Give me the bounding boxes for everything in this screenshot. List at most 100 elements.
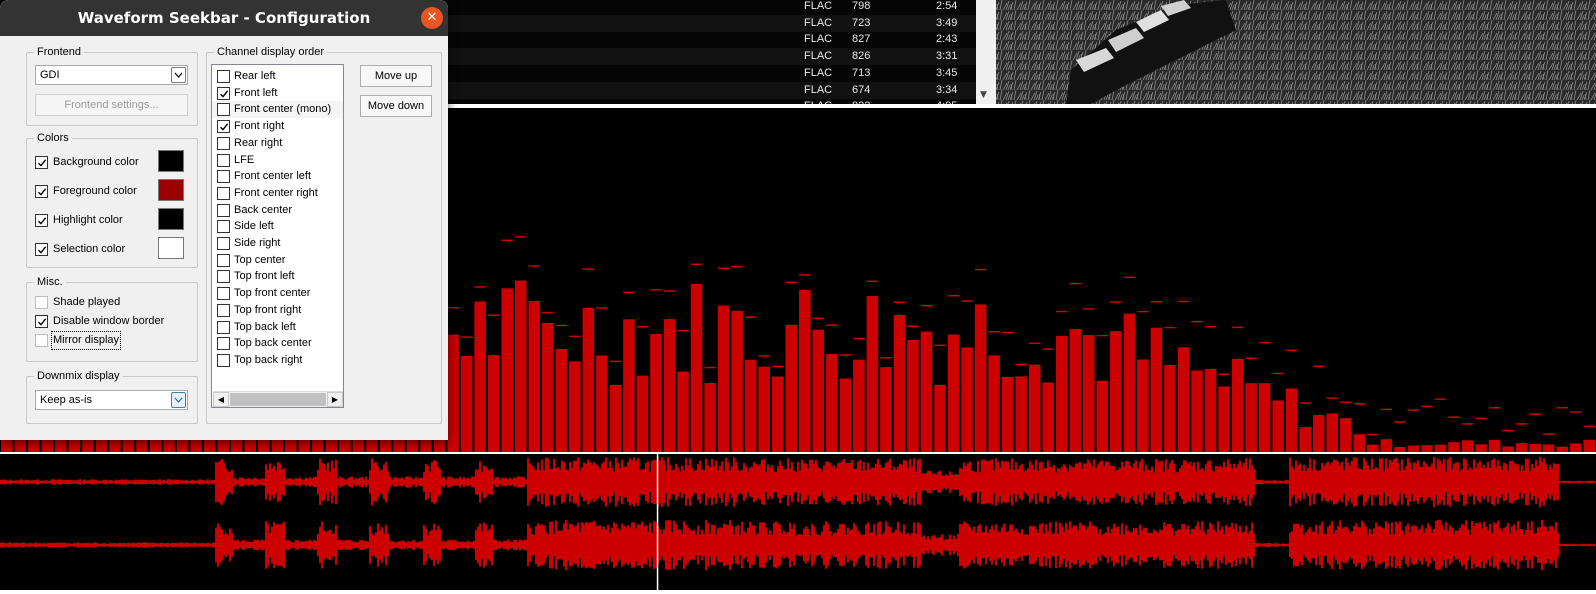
color-checkbox[interactable]	[35, 156, 48, 169]
horizontal-scrollbar[interactable]: ◀ ▶	[213, 391, 343, 407]
channel-checkbox[interactable]	[217, 120, 230, 134]
channel-checkbox[interactable]	[217, 70, 230, 83]
channel-checkbox[interactable]	[217, 303, 230, 317]
channel-list-item[interactable]: Top back right	[212, 352, 343, 369]
channel-label: Back center	[234, 203, 293, 216]
channel-list-item[interactable]: Front left	[212, 85, 343, 102]
scrollbar-thumb[interactable]	[230, 393, 326, 406]
channel-list-item[interactable]: Front center right	[212, 185, 343, 202]
channel-checkbox[interactable]	[217, 253, 230, 267]
spectrum-peak	[1380, 408, 1393, 411]
spectrum-bar	[1299, 427, 1311, 452]
channel-checkbox[interactable]	[217, 237, 230, 250]
playlist-row[interactable]: FLAC 713 3:45	[440, 65, 976, 82]
channel-label: Side left	[234, 220, 274, 233]
playlist-row[interactable]: FLAC 827 2:43	[440, 31, 976, 48]
channel-checkbox[interactable]	[217, 320, 230, 334]
playlist-row[interactable]: FLAC 826 3:31	[440, 48, 976, 66]
spectrum-bar	[826, 354, 838, 452]
channel-checkbox[interactable]	[217, 103, 230, 117]
color-swatch[interactable]	[158, 237, 184, 259]
spectrum-peak	[677, 329, 689, 332]
misc-checkbox[interactable]	[35, 334, 48, 347]
channel-list-item[interactable]: Top back center	[212, 335, 343, 352]
downmix-select[interactable]: Keep as-is	[35, 390, 188, 410]
scroll-right-icon[interactable]: ▶	[327, 392, 343, 407]
channel-list-item[interactable]: Side right	[212, 235, 343, 252]
frontend-select[interactable]: GDI	[35, 65, 188, 85]
channel-checkbox[interactable]	[217, 220, 230, 234]
color-label: Background color	[53, 156, 139, 168]
channel-label: Top front left	[234, 270, 295, 283]
channel-checkbox[interactable]	[217, 170, 230, 184]
frontend-settings-button[interactable]: Frontend settings...	[35, 94, 188, 116]
channel-listbox[interactable]: Rear left Front left Front center (mono) Fr…	[211, 64, 344, 408]
misc-checkbox[interactable]	[35, 315, 48, 328]
duration-cell: 3:45	[936, 66, 958, 79]
spectrum-peak	[460, 336, 473, 338]
chevron-down-icon[interactable]	[171, 67, 186, 83]
spectrum-bar	[771, 376, 784, 452]
channel-list-item[interactable]: Front center left	[212, 168, 343, 185]
playlist-scrollbar[interactable]: ▼	[976, 0, 996, 104]
channel-list-item[interactable]: Side left	[212, 218, 343, 235]
color-checkbox[interactable]	[35, 185, 48, 198]
channel-checkbox[interactable]	[217, 337, 230, 351]
chevron-down-icon[interactable]	[171, 392, 186, 408]
color-swatch[interactable]	[158, 179, 184, 201]
color-swatch[interactable]	[158, 150, 184, 172]
title-bar[interactable]: Waveform Seekbar - Configuration ✕	[0, 0, 448, 36]
close-button[interactable]: ✕	[421, 7, 443, 29]
spectrum-peak	[1069, 282, 1082, 285]
spectrum-peak	[555, 324, 568, 327]
spectrum-peak	[907, 325, 919, 328]
channel-list-item[interactable]: Top front center	[212, 285, 343, 302]
spectrum-bar	[1164, 364, 1176, 452]
spectrum-peak	[1042, 348, 1054, 350]
misc-label: Shade played	[53, 296, 121, 308]
spectrum-bar	[1123, 313, 1136, 452]
color-label: Selection color	[53, 243, 126, 255]
spectrum-bar	[1312, 415, 1325, 452]
color-checkbox[interactable]	[35, 243, 48, 256]
channel-checkbox[interactable]	[217, 353, 230, 367]
spectrum-peak	[1272, 372, 1284, 375]
channel-list-item[interactable]: Top center	[212, 252, 343, 269]
channel-list-item[interactable]: Rear right	[212, 135, 343, 152]
channel-list-item[interactable]: Top back left	[212, 319, 343, 336]
spectrum-peak	[1515, 423, 1528, 425]
channel-list-item[interactable]: LFE	[212, 152, 343, 169]
channel-label: LFE	[234, 153, 255, 166]
spectrum-bar	[447, 334, 459, 452]
bitrate-cell: 723	[852, 16, 871, 29]
playlist-row[interactable]: FLAC 674 3:34	[440, 81, 976, 99]
channel-checkbox[interactable]	[217, 203, 230, 217]
scroll-left-icon[interactable]: ◀	[213, 392, 229, 407]
channel-checkbox[interactable]	[217, 287, 230, 301]
color-checkbox[interactable]	[35, 214, 48, 227]
waveform-seekbar[interactable]	[0, 454, 1596, 594]
spectrum-bar	[569, 361, 581, 452]
misc-checkbox[interactable]	[35, 296, 48, 309]
color-swatch[interactable]	[158, 208, 184, 230]
playlist-row[interactable]: FLAC 798 2:54	[440, 0, 976, 15]
channel-list-item[interactable]: Front center (mono)	[212, 101, 343, 119]
channel-list-item[interactable]: Top front left	[212, 268, 343, 285]
move-up-button[interactable]: Move up	[360, 65, 432, 87]
channel-list-item[interactable]: Back center	[212, 202, 343, 219]
configuration-dialog: Waveform Seekbar - Configuration ✕ Front…	[0, 0, 448, 440]
channel-checkbox[interactable]	[217, 86, 230, 100]
playlist-view[interactable]: FLAC 798 2:54 FLAC 723 3:49 FLAC 827 2:43 FLAC 826…	[440, 0, 976, 104]
channel-list-item[interactable]: Rear left	[212, 68, 343, 85]
channel-list-item[interactable]: Top front right	[212, 302, 343, 319]
frontend-select-value: GDI	[40, 69, 60, 81]
spectrum-peak	[704, 366, 716, 369]
channel-checkbox[interactable]	[217, 136, 230, 150]
channel-checkbox[interactable]	[217, 153, 230, 167]
playlist-row[interactable]: FLAC 723 3:49	[440, 14, 976, 32]
scroll-down-icon[interactable]: ▼	[980, 90, 987, 100]
channel-list-item[interactable]: Front right	[212, 118, 343, 135]
move-down-button[interactable]: Move down	[360, 95, 432, 117]
channel-checkbox[interactable]	[217, 270, 230, 284]
channel-checkbox[interactable]	[217, 186, 230, 200]
